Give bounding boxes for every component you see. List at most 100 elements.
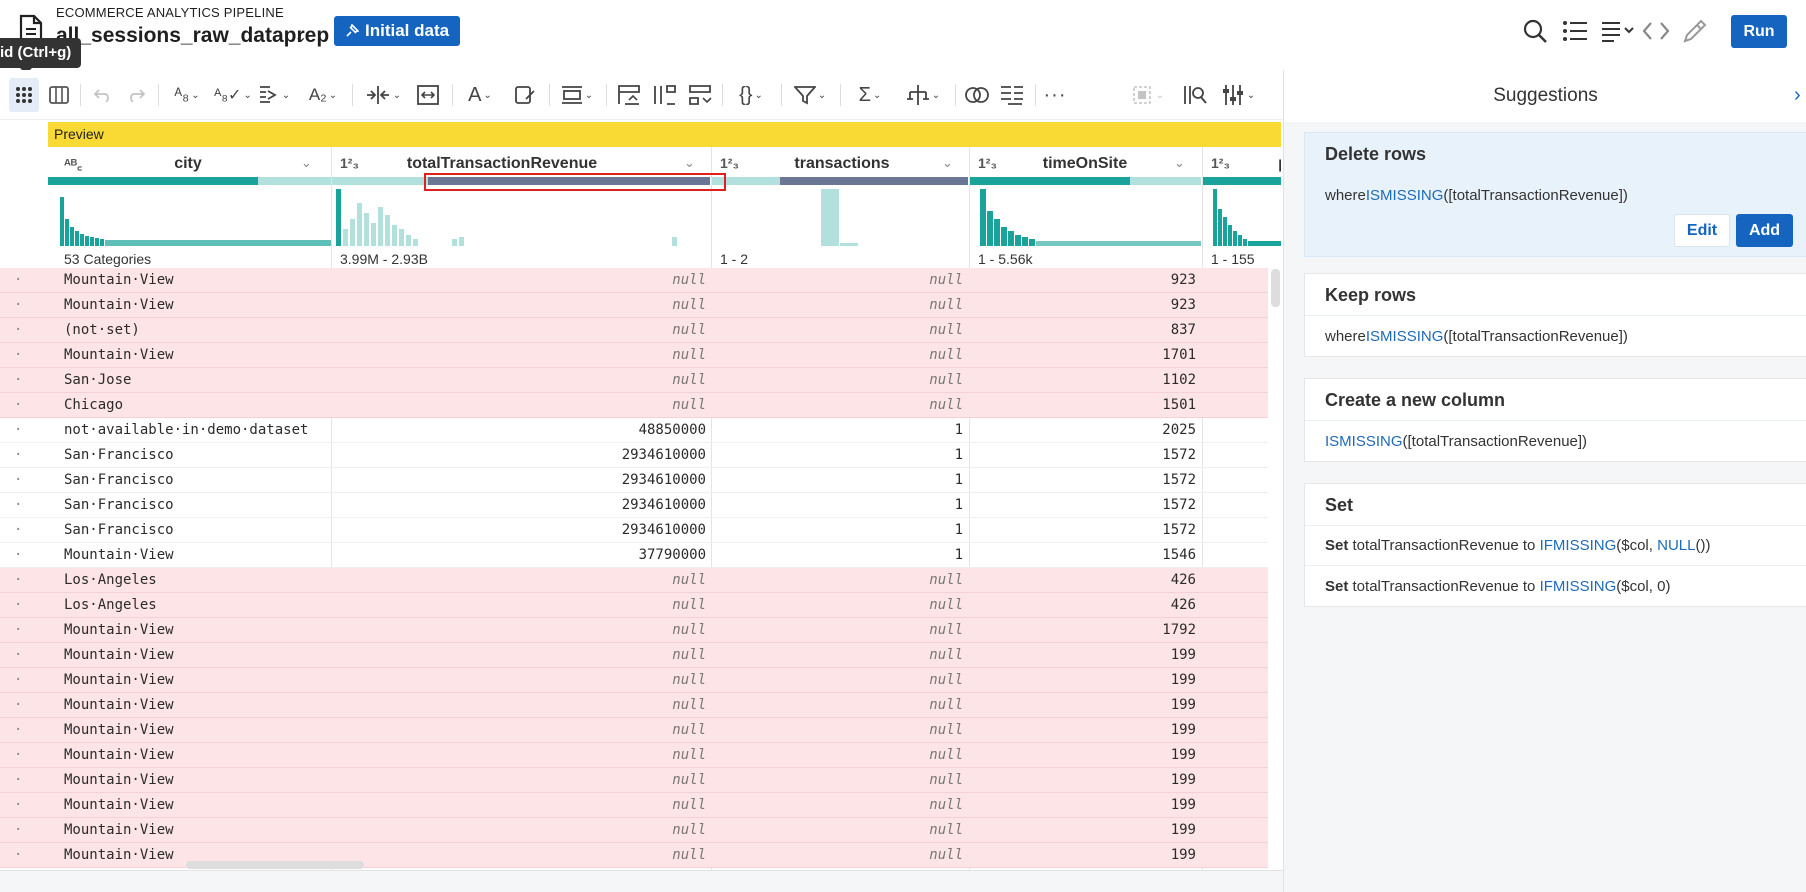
sort-icon[interactable]: A₂ ⌄ bbox=[303, 78, 343, 112]
cell-city[interactable]: not·available·in·demo·dataset bbox=[64, 418, 326, 443]
cell-transactions[interactable]: null bbox=[720, 768, 963, 793]
cell-revenue[interactable]: 37790000 bbox=[340, 543, 706, 568]
split-column-icon[interactable]: ⌄ bbox=[362, 78, 404, 112]
cell-revenue[interactable]: null bbox=[340, 343, 706, 368]
cell-city[interactable]: San·Francisco bbox=[64, 468, 326, 493]
cell-city[interactable]: Los·Angeles bbox=[64, 568, 326, 593]
cell-city[interactable]: Mountain·View bbox=[64, 268, 326, 293]
dataset-title[interactable]: all_sessions_raw_dataprep bbox=[56, 24, 329, 48]
table-row[interactable]: · Mountain·View null null 199 bbox=[0, 668, 1268, 693]
cell-transactions[interactable]: null bbox=[720, 743, 963, 768]
table-row[interactable]: · Los·Angeles null null 426 bbox=[0, 568, 1268, 593]
list-icon[interactable] bbox=[1560, 16, 1590, 46]
cell-city[interactable]: Mountain·View bbox=[64, 718, 326, 743]
table-row[interactable]: · Mountain·View null null 199 bbox=[0, 743, 1268, 768]
edit-button[interactable]: Edit bbox=[1674, 214, 1730, 247]
cell-timeOnSite[interactable]: 1572 bbox=[978, 443, 1196, 468]
cell-city[interactable]: San·Francisco bbox=[64, 493, 326, 518]
table-row[interactable]: · Mountain·View null null 923 bbox=[0, 293, 1268, 318]
table-row[interactable]: · Mountain·View null null 923 bbox=[0, 268, 1268, 293]
unpivot-icon[interactable] bbox=[650, 78, 680, 112]
cell-timeOnSite[interactable]: 199 bbox=[978, 743, 1196, 768]
cell-transactions[interactable]: null bbox=[720, 693, 963, 718]
cell-city[interactable]: Mountain·View bbox=[64, 618, 326, 643]
table-row[interactable]: · Mountain·View null null 199 bbox=[0, 643, 1268, 668]
cell-timeOnSite[interactable]: 1102 bbox=[978, 368, 1196, 393]
cell-transactions[interactable]: null bbox=[720, 393, 963, 418]
cell-revenue[interactable]: null bbox=[340, 318, 706, 343]
cell-city[interactable]: Los·Angeles bbox=[64, 593, 326, 618]
chevron-down-icon[interactable]: ⌄ bbox=[1174, 155, 1185, 171]
column-header-transactions[interactable]: 1²₃ transactions ⌄ 1 - 2 bbox=[712, 147, 968, 267]
column-search-icon[interactable] bbox=[1180, 78, 1210, 112]
cell-city[interactable]: Mountain·View bbox=[64, 343, 326, 368]
cell-revenue[interactable]: 48850000 bbox=[340, 418, 706, 443]
nested-data-icon[interactable]: {} ⌄ bbox=[730, 78, 772, 112]
cell-city[interactable]: San·Francisco bbox=[64, 443, 326, 468]
window-function-icon[interactable]: ⌄ bbox=[901, 78, 945, 112]
validate-type-icon[interactable]: ᴬ₈✓ ⌄ bbox=[214, 78, 252, 112]
suggestion-expression[interactable]: Set totalTransactionRevenue to IFMISSING… bbox=[1305, 526, 1806, 566]
cell-revenue[interactable]: null bbox=[340, 568, 706, 593]
search-icon[interactable] bbox=[1520, 16, 1550, 46]
cell-city[interactable]: San·Francisco bbox=[64, 518, 326, 543]
table-row[interactable]: · not·available·in·demo·dataset 48850000 1 2… bbox=[0, 418, 1268, 443]
cell-city[interactable]: Mountain·View bbox=[64, 293, 326, 318]
cell-timeOnSite[interactable]: 199 bbox=[978, 818, 1196, 843]
transpose-icon[interactable] bbox=[685, 78, 715, 112]
change-type-icon[interactable]: ᴬ₈ ⌄ bbox=[167, 78, 207, 112]
cell-revenue[interactable]: 2934610000 bbox=[340, 468, 706, 493]
dropper-icon[interactable] bbox=[1680, 16, 1710, 46]
cell-transactions[interactable]: null bbox=[720, 343, 963, 368]
cell-revenue[interactable]: null bbox=[340, 643, 706, 668]
initial-data-button[interactable]: Initial data bbox=[334, 16, 461, 46]
table-row[interactable]: · San·Francisco 2934610000 1 1572 bbox=[0, 468, 1268, 493]
cell-timeOnSite[interactable]: 1501 bbox=[978, 393, 1196, 418]
horizontal-scrollbar[interactable] bbox=[186, 861, 364, 869]
table-row[interactable]: · Mountain·View null null 1701 bbox=[0, 343, 1268, 368]
add-button[interactable]: Add bbox=[1736, 214, 1793, 247]
suggestion-keep-rows[interactable]: Keep rows where ISMISSING ([totalTransac… bbox=[1304, 273, 1806, 357]
cell-revenue[interactable]: null bbox=[340, 768, 706, 793]
cell-revenue[interactable]: null bbox=[340, 618, 706, 643]
cell-timeOnSite[interactable]: 1701 bbox=[978, 343, 1196, 368]
cell-transactions[interactable]: null bbox=[720, 843, 963, 868]
cell-revenue[interactable]: 2934610000 bbox=[340, 443, 706, 468]
cell-revenue[interactable]: null bbox=[340, 368, 706, 393]
column-header-timeOnSite[interactable]: 1²₃ timeOnSite ⌄ 1 - 5.56k bbox=[970, 147, 1201, 267]
cell-city[interactable]: Mountain·View bbox=[64, 793, 326, 818]
table-row[interactable]: · Mountain·View null null 199 bbox=[0, 718, 1268, 743]
cell-transactions[interactable]: 1 bbox=[720, 518, 963, 543]
join-icon[interactable] bbox=[962, 78, 992, 112]
selected-quality-segment[interactable] bbox=[424, 173, 726, 191]
grid-view-icon[interactable] bbox=[9, 78, 39, 112]
cell-revenue[interactable]: null bbox=[340, 293, 706, 318]
suggestion-new-column[interactable]: Create a new column ISMISSING ([totalTra… bbox=[1304, 378, 1806, 462]
cell-timeOnSite[interactable]: 199 bbox=[978, 643, 1196, 668]
cell-city[interactable]: San·Jose bbox=[64, 368, 326, 393]
cell-city[interactable]: Mountain·View bbox=[64, 693, 326, 718]
run-button[interactable]: Run bbox=[1731, 15, 1787, 48]
cell-timeOnSite[interactable]: 199 bbox=[978, 668, 1196, 693]
cell-transactions[interactable]: null bbox=[720, 818, 963, 843]
chevron-right-icon[interactable]: › bbox=[1794, 84, 1801, 107]
cell-revenue[interactable]: null bbox=[340, 718, 706, 743]
cell-transactions[interactable]: null bbox=[720, 293, 963, 318]
restructure-icon[interactable]: ⌄ bbox=[557, 78, 597, 112]
column-header-partial[interactable]: 1²₃ p 1 - 155 bbox=[1203, 147, 1281, 267]
chevron-down-icon[interactable]: ⌄ bbox=[684, 155, 695, 171]
cell-transactions[interactable]: null bbox=[720, 643, 963, 668]
cell-transactions[interactable]: 1 bbox=[720, 468, 963, 493]
code-icon[interactable] bbox=[1641, 16, 1671, 46]
cell-city[interactable]: Chicago bbox=[64, 393, 326, 418]
cell-timeOnSite[interactable]: 1546 bbox=[978, 543, 1196, 568]
cell-city[interactable]: Mountain·View bbox=[64, 643, 326, 668]
cell-transactions[interactable]: null bbox=[720, 318, 963, 343]
more-icon[interactable]: ··· bbox=[1040, 78, 1070, 112]
table-row[interactable]: · Mountain·View null null 199 bbox=[0, 818, 1268, 843]
chevron-down-icon[interactable]: ⌄ bbox=[942, 155, 953, 171]
table-row[interactable]: · Chicago null null 1501 bbox=[0, 393, 1268, 418]
table-row[interactable]: · (not·set) null null 837 bbox=[0, 318, 1268, 343]
table-row[interactable]: · San·Jose null null 1102 bbox=[0, 368, 1268, 393]
suggestion-expression[interactable]: Set totalTransactionRevenue to IFMISSING… bbox=[1305, 566, 1806, 606]
